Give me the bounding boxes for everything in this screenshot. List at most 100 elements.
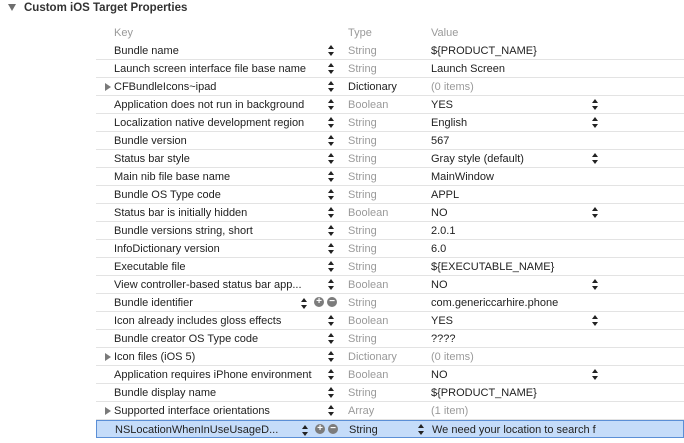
table-row[interactable]: Bundle OS Type code String APPL [96, 186, 684, 204]
key-stepper-icon[interactable] [328, 98, 334, 112]
key-stepper-icon[interactable] [328, 44, 334, 58]
row-value[interactable]: YES [431, 315, 609, 327]
row-value[interactable]: ${EXECUTABLE_NAME} [431, 261, 609, 273]
row-value[interactable]: (0 items) [431, 81, 609, 93]
row-key[interactable]: Bundle identifier [114, 297, 324, 309]
value-popup-stepper-icon[interactable] [592, 98, 598, 112]
key-stepper-icon[interactable] [328, 206, 334, 220]
row-type[interactable]: Boolean [348, 99, 388, 111]
value-popup-stepper-icon[interactable] [592, 116, 598, 130]
value-popup-stepper-icon[interactable] [592, 278, 598, 292]
column-header-key[interactable]: Key [114, 27, 133, 39]
table-row[interactable]: Bundle identifier + − String com.genericcarh… [96, 294, 684, 312]
row-type[interactable]: Boolean [348, 207, 388, 219]
key-stepper-icon[interactable] [328, 170, 334, 184]
table-row[interactable]: Application requires iPhone environment B… [96, 366, 684, 384]
row-type[interactable]: String [348, 153, 377, 165]
remove-row-icon[interactable]: − [328, 424, 338, 434]
row-key[interactable]: Main nib file base name [114, 171, 324, 183]
type-stepper-icon[interactable] [418, 423, 424, 437]
disclosure-triangle-open-icon[interactable] [8, 4, 16, 11]
table-row[interactable]: Executable file String ${EXECUTABLE_NAME} [96, 258, 684, 276]
column-header-type[interactable]: Type [348, 27, 372, 39]
row-key[interactable]: Status bar is initially hidden [114, 207, 324, 219]
row-value[interactable]: com.genericcarhire.phone [431, 297, 609, 309]
row-type[interactable]: String [348, 63, 377, 75]
table-row[interactable]: Icon files (iOS 5) Dictionary (0 items) [96, 348, 684, 366]
key-stepper-icon[interactable] [328, 368, 334, 382]
key-stepper-icon[interactable] [328, 278, 334, 292]
disclosure-triangle-closed-icon[interactable] [105, 353, 111, 361]
row-value[interactable]: NO [431, 369, 609, 381]
table-row[interactable]: Launch screen interface file base name St… [96, 60, 684, 78]
row-type[interactable]: String [348, 261, 377, 273]
key-stepper-icon[interactable] [301, 297, 311, 309]
key-stepper-icon[interactable] [302, 424, 312, 436]
row-value[interactable]: We need your location to search f [432, 424, 610, 436]
row-type[interactable]: String [348, 243, 377, 255]
row-type[interactable]: String [348, 171, 377, 183]
row-value[interactable]: YES [431, 99, 609, 111]
table-row[interactable]: Bundle version String 567 [96, 132, 684, 150]
table-row[interactable]: Main nib file base name String MainWindow [96, 168, 684, 186]
row-type[interactable]: String [348, 297, 377, 309]
table-row[interactable]: Bundle versions string, short String 2.0.1 [96, 222, 684, 240]
key-stepper-icon[interactable] [328, 404, 334, 418]
row-key[interactable]: Bundle creator OS Type code [114, 333, 324, 345]
key-stepper-icon[interactable] [328, 242, 334, 256]
row-key[interactable]: Application requires iPhone environment [114, 369, 324, 381]
row-value[interactable]: English [431, 117, 609, 129]
key-stepper-icon[interactable] [328, 260, 334, 274]
table-row[interactable]: Bundle display name String ${PRODUCT_NAME} [96, 384, 684, 402]
row-value[interactable]: ${PRODUCT_NAME} [431, 45, 609, 57]
row-key[interactable]: NSLocationWhenInUseUsageD... [115, 424, 325, 436]
column-header-value[interactable]: Value [431, 27, 458, 39]
row-key[interactable]: Application does not run in background [114, 99, 324, 111]
row-type[interactable]: String [348, 189, 377, 201]
table-row[interactable]: Application does not run in background Bo… [96, 96, 684, 114]
row-type[interactable]: Boolean [348, 315, 388, 327]
table-row[interactable]: CFBundleIcons~ipad Dictionary (0 items) [96, 78, 684, 96]
row-value[interactable]: ???? [431, 333, 609, 345]
row-key[interactable]: Bundle version [114, 135, 324, 147]
row-value[interactable]: (0 items) [431, 351, 609, 363]
key-stepper-icon[interactable] [328, 80, 334, 94]
key-stepper-icon[interactable] [328, 188, 334, 202]
row-key[interactable]: CFBundleIcons~ipad [114, 81, 324, 93]
row-type[interactable]: Dictionary [348, 81, 397, 93]
disclosure-triangle-closed-icon[interactable] [105, 407, 111, 415]
row-type[interactable]: String [348, 117, 377, 129]
value-popup-stepper-icon[interactable] [592, 314, 598, 328]
row-key[interactable]: Launch screen interface file base name [114, 63, 324, 75]
table-row[interactable]: Bundle creator OS Type code String???? [96, 330, 684, 348]
key-stepper-icon[interactable] [328, 386, 334, 400]
row-value[interactable]: Launch Screen [431, 63, 609, 75]
row-key[interactable]: Status bar style [114, 153, 324, 165]
key-stepper-icon[interactable] [328, 134, 334, 148]
key-stepper-icon[interactable] [328, 152, 334, 166]
table-row[interactable]: Supported interface orientations Array (1 … [96, 402, 684, 420]
table-row[interactable]: View controller-based status bar app... B… [96, 276, 684, 294]
row-value[interactable]: (1 item) [431, 405, 609, 417]
row-key[interactable]: Bundle OS Type code [114, 189, 324, 201]
row-key[interactable]: Bundle name [114, 45, 324, 57]
row-type[interactable]: String [348, 135, 377, 147]
row-type[interactable]: String [348, 387, 377, 399]
row-key[interactable]: Supported interface orientations [114, 405, 324, 417]
row-type[interactable]: String [348, 225, 377, 237]
value-popup-stepper-icon[interactable] [592, 206, 598, 220]
row-value[interactable]: Gray style (default) [431, 153, 609, 165]
disclosure-triangle-closed-icon[interactable] [105, 83, 111, 91]
value-popup-stepper-icon[interactable] [592, 152, 598, 166]
row-type[interactable]: Array [348, 405, 374, 417]
key-stepper-icon[interactable] [328, 224, 334, 238]
row-key[interactable]: Bundle versions string, short [114, 225, 324, 237]
row-value[interactable]: APPL [431, 189, 609, 201]
table-row[interactable]: Status bar is initially hidden Boolean NO [96, 204, 684, 222]
row-value[interactable]: 6.0 [431, 243, 609, 255]
row-value[interactable]: NO [431, 279, 609, 291]
row-value[interactable]: MainWindow [431, 171, 609, 183]
table-row-selected[interactable]: NSLocationWhenInUseUsageD... + − String … [96, 420, 684, 438]
row-value[interactable]: NO [431, 207, 609, 219]
table-row[interactable]: InfoDictionary version String 6.0 [96, 240, 684, 258]
